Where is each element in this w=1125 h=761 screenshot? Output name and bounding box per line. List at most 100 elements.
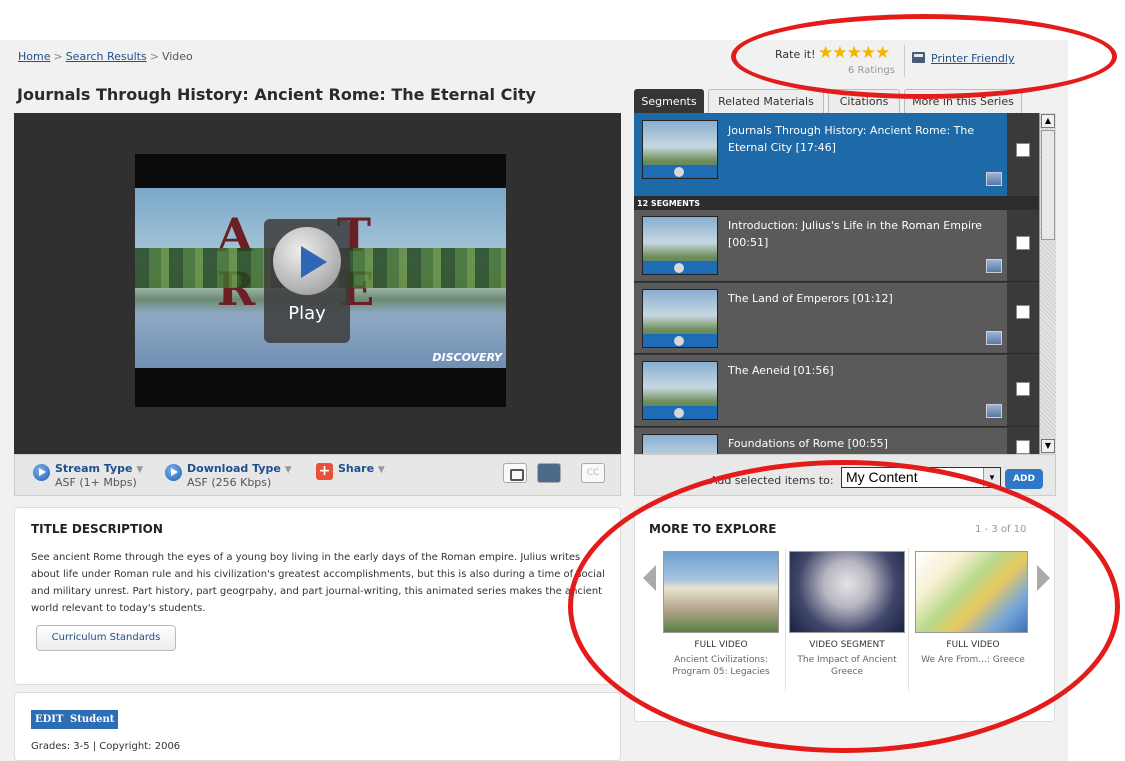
explore-thumbnail[interactable] — [663, 551, 779, 633]
stream-icon — [33, 464, 50, 481]
explore-item[interactable]: FULL VIDEO We Are From...: Greece — [911, 551, 1028, 711]
breadcrumb-separator: > — [53, 50, 63, 63]
share-plus-icon: + — [316, 463, 333, 480]
segment-count-label: 12 SEGMENTS — [634, 197, 1039, 210]
fit-screen-button[interactable] — [503, 463, 527, 483]
share-label: Share ▼ — [338, 462, 385, 475]
play-label: Play — [288, 303, 326, 324]
explore-item[interactable]: VIDEO SEGMENT The Impact of Ancient Gree… — [785, 551, 905, 711]
play-button[interactable]: Play — [264, 219, 350, 343]
player-controls: Stream Type ▼ ASF (1+ Mbps) Download Typ… — [14, 454, 621, 496]
segment-checkbox[interactable] — [1016, 236, 1030, 250]
segment-thumbnail — [642, 434, 718, 454]
student-tag[interactable]: Student — [66, 710, 119, 729]
segment-row[interactable]: The Land of Emperors [01:12] — [634, 283, 1039, 354]
segment-row[interactable]: Foundations of Rome [00:55] — [634, 428, 1039, 454]
download-icon[interactable] — [986, 172, 1002, 186]
explore-thumbnail[interactable] — [915, 551, 1028, 633]
meta-card: EDIT Student Grades: 3-5 | Copyright: 20… — [14, 692, 621, 761]
curriculum-standards-button[interactable]: Curriculum Standards — [36, 625, 176, 651]
segment-thumbnail — [642, 361, 718, 420]
chevron-left-icon[interactable] — [643, 565, 656, 591]
scroll-down-arrow-icon[interactable]: ▼ — [1041, 439, 1055, 453]
explore-type: FULL VIDEO — [946, 640, 1000, 650]
breadcrumb-search-link[interactable]: Search Results — [66, 50, 147, 63]
tab-more-in-series[interactable]: More in this Series — [904, 89, 1022, 113]
video-frame[interactable]: A T R E DISCOVERY Play — [135, 154, 506, 407]
more-to-explore-card: MORE TO EXPLORE 1 - 3 of 10 FULL VIDEO A… — [634, 507, 1055, 722]
segment-checkbox[interactable] — [1016, 305, 1030, 319]
segments-list: Journals Through History: Ancient Rome: … — [634, 113, 1056, 454]
explore-type: FULL VIDEO — [694, 640, 748, 650]
explore-title[interactable]: The Impact of Ancient Greece — [785, 654, 909, 678]
discovery-watermark: DISCOVERY — [432, 351, 502, 364]
stream-type-value: ASF (1+ Mbps) — [55, 476, 137, 489]
explore-thumbnail[interactable] — [789, 551, 905, 633]
more-to-explore-heading: MORE TO EXPLORE — [649, 522, 777, 536]
explore-count: 1 - 3 of 10 — [975, 524, 1027, 535]
title-description-text: See ancient Rome through the eyes of a y… — [31, 552, 605, 614]
rating-count: 6 Ratings — [848, 65, 895, 76]
segment-row[interactable]: The Aeneid [01:56] — [634, 355, 1039, 427]
fullscreen-button[interactable] — [537, 463, 561, 483]
destination-select[interactable]: My Content ▼ — [841, 467, 1001, 488]
tab-related-materials[interactable]: Related Materials — [708, 89, 824, 113]
divider — [904, 45, 905, 77]
printer-friendly-link[interactable]: Printer Friendly — [912, 52, 1014, 65]
segment-title: Foundations of Rome [00:55] — [728, 437, 888, 450]
download-icon[interactable] — [986, 259, 1002, 273]
stream-type-label: Stream Type ▼ — [55, 462, 144, 475]
closed-caption-button[interactable]: CC — [581, 463, 605, 483]
segment-checkbox[interactable] — [1016, 143, 1030, 157]
breadcrumb: Home > Search Results > Video — [18, 50, 193, 63]
printer-icon — [912, 52, 925, 63]
segment-row[interactable]: Introduction: Julius's Life in the Roman… — [634, 210, 1039, 282]
segment-checkbox[interactable] — [1016, 440, 1030, 454]
page-title: Journals Through History: Ancient Rome: … — [17, 85, 536, 104]
chevron-down-icon[interactable]: ▼ — [983, 468, 1000, 487]
download-icon[interactable] — [986, 404, 1002, 418]
star-rating[interactable]: ★★★★★ — [818, 43, 890, 63]
tab-segments[interactable]: Segments — [634, 89, 704, 113]
segment-row-full[interactable]: Journals Through History: Ancient Rome: … — [634, 113, 1039, 197]
scrollbar-thumb[interactable] — [1041, 130, 1055, 240]
download-icon[interactable] — [986, 331, 1002, 345]
destination-select-value: My Content — [846, 469, 918, 485]
explore-type: VIDEO SEGMENT — [809, 640, 885, 650]
download-icon — [165, 464, 182, 481]
tab-citations[interactable]: Citations — [828, 89, 900, 113]
add-button[interactable]: ADD — [1005, 469, 1043, 489]
printer-friendly-label[interactable]: Printer Friendly — [931, 52, 1014, 65]
add-selected-bar: Add selected items to: My Content ▼ ADD — [634, 454, 1056, 496]
rating-widget: Rate it! ★★★★★ 6 Ratings — [770, 43, 900, 78]
breadcrumb-current: Video — [161, 50, 193, 63]
scroll-up-arrow-icon[interactable]: ▲ — [1041, 114, 1055, 128]
add-selected-label: Add selected items to: — [710, 474, 834, 487]
title-description-card: TITLE DESCRIPTION See ancient Rome throu… — [14, 507, 621, 685]
segment-title: Journals Through History: Ancient Rome: … — [728, 124, 975, 154]
segment-title: The Aeneid [01:56] — [728, 364, 834, 377]
download-type-value: ASF (256 Kbps) — [187, 476, 272, 489]
explore-title[interactable]: We Are From...: Greece — [911, 654, 1035, 666]
chevron-right-icon[interactable] — [1037, 565, 1050, 591]
segment-title: The Land of Emperors [01:12] — [728, 292, 893, 305]
segments-scrollbar[interactable]: ▲ ▼ — [1039, 113, 1056, 454]
explore-title[interactable]: Ancient Civilizations: Program 05: Legac… — [659, 654, 783, 678]
segment-title: Introduction: Julius's Life in the Roman… — [728, 219, 983, 249]
play-circle — [273, 227, 341, 295]
explore-item[interactable]: FULL VIDEO Ancient Civilizations: Progra… — [659, 551, 779, 711]
download-type-label: Download Type ▼ — [187, 462, 292, 475]
video-player[interactable]: A T R E DISCOVERY Play — [14, 113, 621, 454]
segment-checkbox[interactable] — [1016, 382, 1030, 396]
title-description-heading: TITLE DESCRIPTION — [31, 522, 163, 536]
segment-thumbnail — [642, 216, 718, 275]
grades-copyright: Grades: 3-5 | Copyright: 2006 — [31, 741, 181, 752]
breadcrumb-separator: > — [149, 50, 159, 63]
edit-tag[interactable]: EDIT — [31, 710, 68, 729]
breadcrumb-home-link[interactable]: Home — [18, 50, 50, 63]
segment-thumbnail — [642, 289, 718, 348]
divider — [908, 548, 909, 691]
segment-thumbnail — [642, 120, 718, 179]
play-icon — [301, 246, 327, 278]
rate-it-label: Rate it! — [775, 48, 816, 61]
